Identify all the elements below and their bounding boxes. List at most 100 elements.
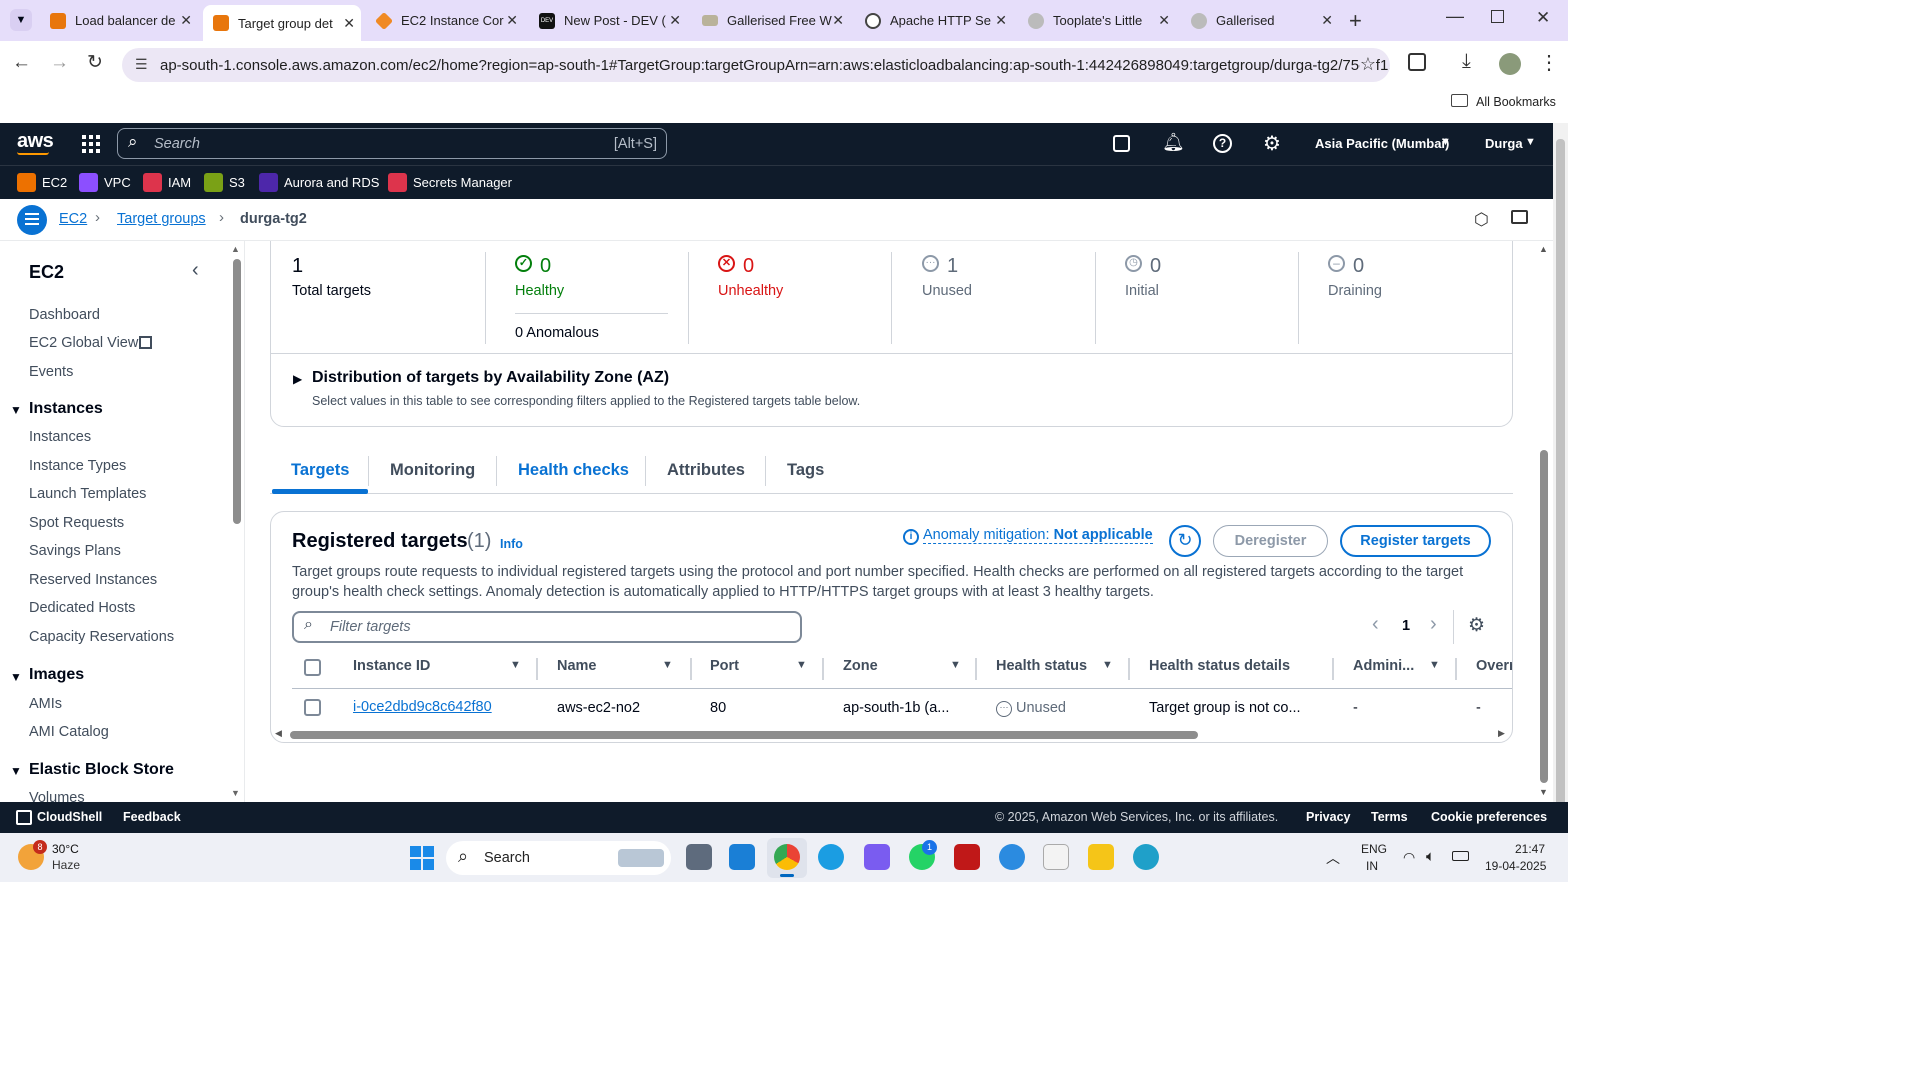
- browser-tab-tooplate[interactable]: Tooplate's Little ✕: [1018, 6, 1176, 35]
- fav-ec2[interactable]: EC2: [17, 173, 67, 192]
- close-tab-icon[interactable]: ✕: [1158, 12, 1170, 29]
- close-tab-icon[interactable]: ✕: [1321, 12, 1333, 29]
- address-bar[interactable]: ☰ ap-south-1.console.aws.amazon.com/ec2/…: [122, 48, 1390, 82]
- sort-icon[interactable]: ▼: [1429, 659, 1440, 671]
- extensions-icon[interactable]: [1408, 53, 1426, 71]
- battery-icon[interactable]: [1452, 851, 1469, 861]
- terms-link[interactable]: Terms: [1371, 810, 1408, 824]
- scroll-up-icon[interactable]: ▲: [231, 244, 240, 254]
- taskbar-search[interactable]: ⌕ Search: [446, 841, 671, 875]
- col-health-status-details[interactable]: Health status details: [1149, 658, 1290, 674]
- language-indicator[interactable]: ENG: [1361, 842, 1387, 856]
- sidebar-item-ami-catalog[interactable]: AMI Catalog: [29, 724, 109, 740]
- table-preferences-gear-icon[interactable]: ⚙: [1468, 614, 1485, 637]
- back-icon[interactable]: ←: [12, 52, 31, 74]
- next-page-icon[interactable]: ›: [1430, 613, 1437, 636]
- aws-logo[interactable]: aws: [17, 130, 54, 153]
- reload-icon[interactable]: ↻: [87, 51, 103, 74]
- sidebar-section-ebs[interactable]: Elastic Block Store: [29, 761, 174, 779]
- sort-icon[interactable]: ▼: [1102, 659, 1113, 671]
- sidebar-item-savings-plans[interactable]: Savings Plans: [29, 543, 121, 559]
- close-tab-icon[interactable]: ✕: [180, 12, 192, 29]
- fav-secrets-manager[interactable]: Secrets Manager: [388, 173, 512, 192]
- tab-targets[interactable]: Targets: [291, 461, 349, 480]
- anomaly-mitigation-link[interactable]: Anomaly mitigation: Not applicable: [923, 527, 1153, 544]
- all-bookmarks-link[interactable]: All Bookmarks: [1476, 95, 1556, 109]
- services-grid-icon[interactable]: [82, 135, 100, 153]
- table-row[interactable]: i-0ce2dbd9c8c642f80 aws-ec2-no2 80 ap-so…: [292, 689, 1512, 727]
- az-distribution-toggle[interactable]: Distribution of targets by Availability …: [312, 369, 669, 387]
- close-tab-icon[interactable]: ✕: [506, 12, 518, 29]
- sort-icon[interactable]: ▼: [510, 659, 521, 671]
- page-number[interactable]: 1: [1402, 618, 1410, 634]
- browser-tab-apache[interactable]: Apache HTTP Se ✕: [855, 6, 1013, 35]
- browser-tab-target-group[interactable]: Target group det ✕: [203, 5, 361, 41]
- sidebar-item-amis[interactable]: AMIs: [29, 696, 62, 712]
- sidebar-item-spot-requests[interactable]: Spot Requests: [29, 515, 124, 531]
- sidebar-item-dashboard[interactable]: Dashboard: [29, 307, 100, 323]
- draining-value[interactable]: 0: [1353, 255, 1364, 278]
- wifi-icon[interactable]: ◠: [1403, 849, 1415, 866]
- col-override[interactable]: Overr: [1476, 658, 1512, 674]
- breadcrumb-target-groups[interactable]: Target groups: [117, 211, 206, 227]
- sidebar-item-dedicated-hosts[interactable]: Dedicated Hosts: [29, 600, 135, 616]
- tab-monitoring[interactable]: Monitoring: [390, 461, 475, 480]
- col-zone[interactable]: Zone: [843, 658, 878, 674]
- close-tab-icon[interactable]: ✕: [995, 12, 1007, 29]
- sidebar-section-instances[interactable]: Instances: [29, 400, 103, 418]
- cloudshell-icon[interactable]: [1113, 135, 1130, 152]
- fav-iam[interactable]: IAM: [143, 173, 191, 192]
- tab-tags[interactable]: Tags: [787, 461, 824, 480]
- scroll-left-icon[interactable]: ◀: [275, 728, 282, 739]
- gear-icon[interactable]: ⚙: [1263, 131, 1281, 156]
- sidebar-item-events[interactable]: Events: [29, 364, 73, 380]
- col-port[interactable]: Port: [710, 658, 739, 674]
- filter-targets-input[interactable]: ⌕ Filter targets: [292, 611, 802, 643]
- fav-aurora-rds[interactable]: Aurora and RDS: [259, 173, 379, 192]
- close-tab-icon[interactable]: ✕: [669, 12, 681, 29]
- close-tab-icon[interactable]: ✕: [343, 15, 355, 32]
- chrome-icon[interactable]: [774, 844, 800, 870]
- close-tab-icon[interactable]: ✕: [832, 12, 844, 29]
- region-selector[interactable]: Asia Pacific (Mumbai): [1315, 136, 1449, 151]
- copilot-icon[interactable]: [864, 844, 890, 870]
- store-icon[interactable]: [1043, 844, 1069, 870]
- forward-icon[interactable]: →: [50, 52, 69, 74]
- sort-icon[interactable]: ▼: [796, 659, 807, 671]
- profile-avatar[interactable]: [1499, 53, 1521, 75]
- bell-icon[interactable]: 🔔︎: [1162, 132, 1185, 153]
- info-link[interactable]: Info: [500, 537, 523, 551]
- sort-icon[interactable]: ▼: [950, 659, 961, 671]
- page-scroll-up-icon[interactable]: ▲: [1539, 244, 1548, 254]
- restore-icon[interactable]: [1491, 10, 1504, 23]
- sidebar-scrollbar[interactable]: [233, 259, 241, 524]
- healthy-value[interactable]: 0: [540, 255, 551, 278]
- browser-tab-ec2-instance[interactable]: EC2 Instance Cor ✕: [366, 6, 524, 35]
- windows-start-icon[interactable]: [410, 846, 434, 870]
- tray-chevron-up-icon[interactable]: ︿: [1326, 848, 1340, 868]
- page-scrollbar[interactable]: [1540, 450, 1548, 783]
- expand-caret-icon[interactable]: ▼: [10, 403, 22, 417]
- browser-tab-dev-post[interactable]: DEV New Post - DEV ( ✕: [529, 6, 687, 35]
- privacy-link[interactable]: Privacy: [1306, 810, 1350, 824]
- register-targets-button[interactable]: Register targets: [1340, 525, 1491, 557]
- close-window-icon[interactable]: ✕: [1536, 8, 1550, 28]
- sidebar-item-launch-templates[interactable]: Launch Templates: [29, 486, 146, 502]
- help-app-icon[interactable]: [999, 844, 1025, 870]
- col-instance-id[interactable]: Instance ID: [353, 658, 430, 674]
- clock-time[interactable]: 21:47: [1515, 842, 1545, 856]
- edge-dev-icon[interactable]: [1133, 844, 1159, 870]
- sidebar-section-images[interactable]: Images: [29, 666, 84, 684]
- feedback-link[interactable]: Feedback: [123, 810, 181, 824]
- anomalous-count[interactable]: 0 Anomalous: [515, 325, 599, 341]
- scroll-down-icon[interactable]: ▼: [231, 788, 240, 798]
- download-icon[interactable]: ⤓: [1462, 50, 1471, 73]
- volume-icon[interactable]: 🔈︎: [1426, 848, 1435, 865]
- expand-caret-icon[interactable]: ▼: [10, 764, 22, 778]
- col-admin-override[interactable]: Admini...: [1353, 658, 1414, 674]
- bookmark-star-icon[interactable]: ☆: [1359, 54, 1376, 75]
- browser-scrollbar-thumb[interactable]: [1556, 139, 1565, 819]
- deregister-button[interactable]: Deregister: [1213, 525, 1328, 557]
- sidebar-item-global-view[interactable]: EC2 Global View: [29, 335, 138, 351]
- refresh-button[interactable]: ↻: [1169, 525, 1201, 557]
